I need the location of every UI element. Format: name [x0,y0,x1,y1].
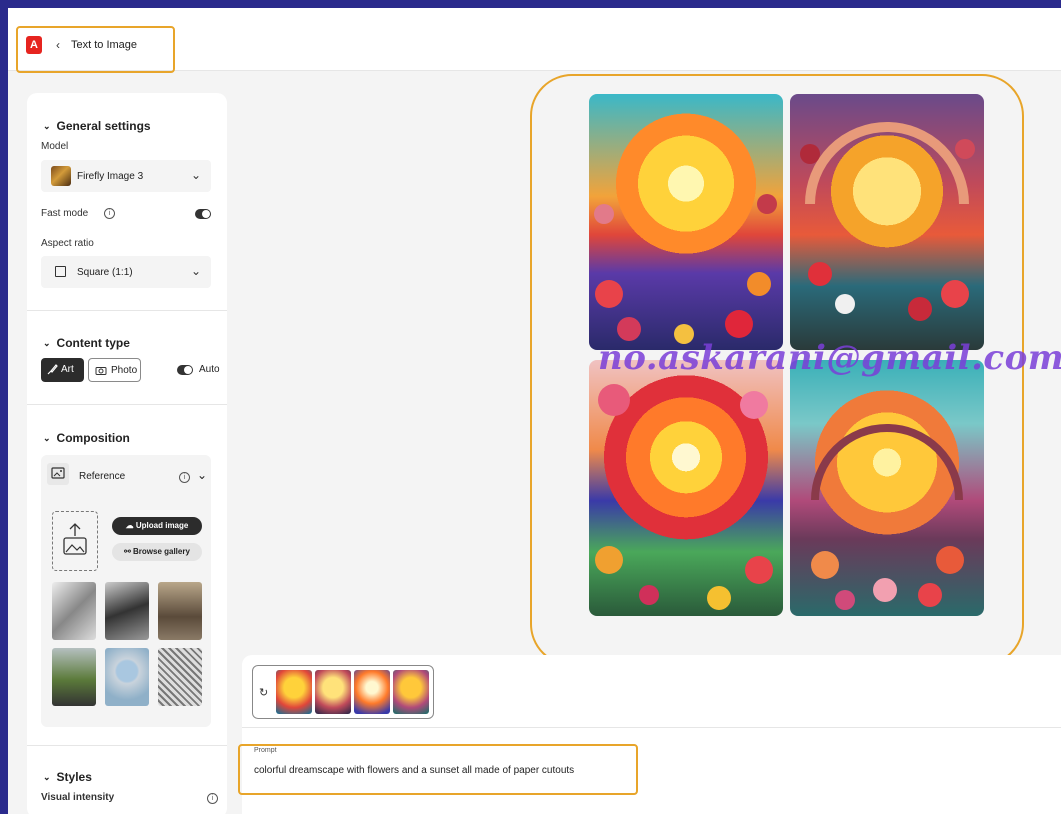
aspect-ratio-select[interactable]: Square (1:1) ⌄ [41,256,211,288]
info-icon[interactable]: i [207,793,218,804]
reference-thumbnail[interactable] [52,582,96,640]
upload-image-button[interactable]: ☁ Upload image [112,517,202,535]
generated-image-3[interactable] [589,360,783,616]
divider [242,727,1061,728]
generated-image-1[interactable] [589,94,783,350]
camera-icon [95,367,107,375]
reference-thumbnail[interactable] [52,648,96,706]
reference-thumbnail[interactable] [158,582,202,640]
model-thumbnail [51,166,71,186]
image-drop-zone[interactable] [52,511,98,571]
prompt-highlight [238,744,638,795]
divider [27,404,227,405]
reference-label: Reference [79,471,126,482]
model-value: Firefly Image 3 [77,171,144,182]
history-thumbnail[interactable] [315,670,351,714]
binoculars-icon: ⚯ [124,547,133,556]
auto-label: Auto [199,364,220,375]
general-settings-header[interactable]: ⌄ General settings [43,119,151,133]
divider [27,745,227,746]
reference-thumbnail[interactable] [105,582,149,640]
chevron-down-icon: ⌄ [43,772,51,782]
upload-image-icon [63,523,87,555]
generated-image-2[interactable] [790,94,984,350]
content-type-header[interactable]: ⌄ Content type [43,336,130,350]
divider [27,310,227,311]
history-icon[interactable]: ↻ [259,686,268,699]
chevron-down-icon: ⌄ [190,264,201,278]
square-icon [55,266,66,277]
history-thumbnail[interactable] [276,670,312,714]
history-thumbnail[interactable] [393,670,429,714]
chevron-down-icon[interactable]: ⌄ [197,468,207,482]
chevron-down-icon: ⌄ [43,338,51,348]
fast-mode-label: Fast mode [41,208,89,219]
model-label: Model [41,141,69,152]
art-button[interactable]: Art [41,358,84,382]
app-window: A ‹ Text to Image ⌄ General settings Mode… [8,8,1061,814]
history-strip[interactable]: ↻ [252,665,434,719]
reference-icon [47,463,69,485]
aspect-ratio-value: Square (1:1) [77,267,133,278]
brush-icon [47,364,58,375]
composition-header[interactable]: ⌄ Composition [43,431,130,445]
chevron-down-icon: ⌄ [43,433,51,443]
browse-gallery-button[interactable]: ⚯ Browse gallery [112,543,202,561]
info-icon[interactable]: i [104,208,115,219]
auto-toggle[interactable] [177,365,193,375]
watermark-text: no.askarani@gmail.com [598,338,1061,378]
cloud-upload-icon: ☁ [125,521,136,530]
info-icon[interactable]: i [179,472,190,483]
title-highlight [16,26,175,73]
model-select[interactable]: Firefly Image 3 ⌄ [41,160,211,192]
generated-image-4[interactable] [790,360,984,616]
fast-mode-toggle[interactable] [195,209,211,219]
visual-intensity-label: Visual intensity [41,792,115,803]
reference-thumbnail[interactable] [158,648,202,706]
reference-panel: Reference i ⌄ ☁ Upload image ⚯ Browse ga… [41,455,211,727]
chevron-down-icon: ⌄ [43,121,51,131]
aspect-ratio-label: Aspect ratio [41,238,94,249]
styles-header[interactable]: ⌄ Styles [43,770,92,784]
chevron-down-icon: ⌄ [190,168,201,182]
settings-sidebar: ⌄ General settings Model Firefly Image 3 … [27,93,227,814]
reference-thumbnail[interactable] [105,648,149,706]
history-thumbnail[interactable] [354,670,390,714]
photo-button[interactable]: Photo [88,358,141,382]
